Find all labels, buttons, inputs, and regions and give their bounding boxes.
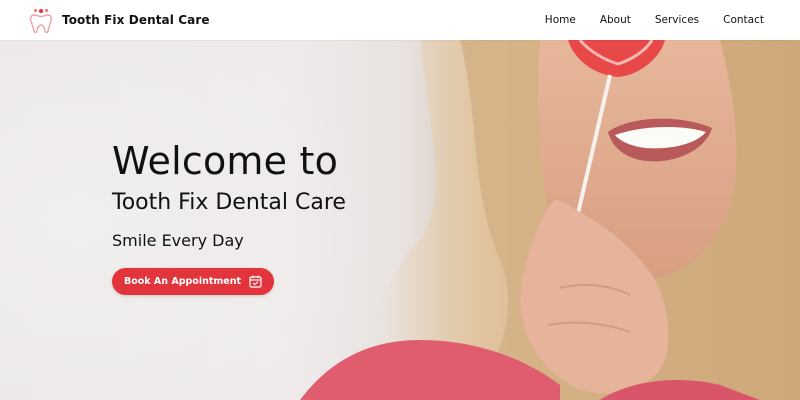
hero-tagline: Smile Every Day (112, 231, 244, 250)
book-appointment-label: Book An Appointment (124, 276, 242, 287)
hero-content: Welcome to Tooth Fix Dental Care Smile E… (112, 138, 346, 295)
nav-home[interactable]: Home (533, 0, 588, 40)
hero-title: Welcome to (112, 139, 339, 183)
brand-name: Tooth Fix Dental Care (62, 13, 210, 27)
nav-services[interactable]: Services (643, 0, 711, 40)
site-header: Tooth Fix Dental Care Home About Service… (0, 0, 800, 40)
nav-contact[interactable]: Contact (711, 0, 772, 40)
hero-subtitle: Tooth Fix Dental Care (112, 190, 346, 215)
calendar-icon (249, 275, 262, 288)
brand[interactable]: Tooth Fix Dental Care (28, 6, 210, 34)
hero-section: Welcome to Tooth Fix Dental Care Smile E… (0, 40, 800, 400)
main-nav: Home About Services Contact (533, 0, 772, 40)
tooth-icon (28, 6, 54, 34)
nav-about[interactable]: About (588, 0, 643, 40)
book-appointment-button[interactable]: Book An Appointment (112, 268, 275, 295)
